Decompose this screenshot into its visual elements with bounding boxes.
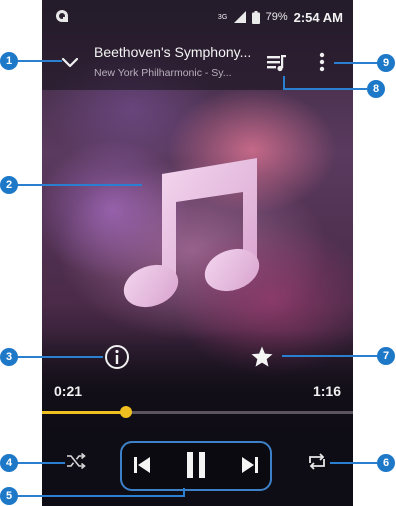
callout-badge: 5 (0, 487, 18, 505)
more-vert-icon[interactable] (314, 50, 330, 74)
skip-next-icon[interactable] (240, 455, 260, 475)
now-playing-header: Beethoven's Symphony... New York Philhar… (42, 34, 353, 90)
callout-badge: 7 (377, 347, 395, 365)
playback-controls (120, 441, 272, 491)
pause-icon[interactable] (186, 451, 206, 479)
callout-badge: 1 (0, 52, 18, 70)
track-artist: New York Philharmonic - Sy... (94, 67, 232, 79)
music-note-icon (123, 158, 260, 308)
skip-previous-icon[interactable] (132, 455, 152, 475)
callout-badge: 2 (0, 176, 18, 194)
app-notification-icon (56, 10, 68, 22)
music-player-screen: 3G 79% 2:54 AM Beethoven's Symphony... N… (42, 0, 353, 506)
chevron-down-icon[interactable] (58, 50, 82, 74)
battery-icon (251, 10, 260, 24)
status-bar: 3G 79% 2:54 AM (42, 0, 353, 34)
callout-badge: 4 (0, 454, 18, 472)
seek-bar-thumb[interactable] (119, 406, 132, 418)
info-icon[interactable] (104, 344, 130, 370)
total-duration: 1:16 (312, 383, 341, 399)
elapsed-time: 0:21 (54, 383, 83, 399)
repeat-icon[interactable] (306, 451, 328, 471)
queue-list-icon[interactable] (266, 52, 288, 74)
seek-bar[interactable] (42, 406, 353, 418)
battery-percentage: 79% (265, 11, 288, 23)
seek-bar-progress (42, 411, 126, 414)
track-title: Beethoven's Symphony... (94, 44, 252, 60)
callout-badge: 9 (377, 54, 395, 72)
shuffle-icon[interactable] (66, 452, 86, 470)
callout-badge: 8 (367, 80, 385, 98)
signal-icon (233, 11, 246, 23)
callout-badge: 3 (0, 348, 18, 366)
network-type-label: 3G (217, 13, 228, 21)
callout-badge: 6 (377, 454, 395, 472)
status-clock: 2:54 AM (293, 9, 343, 25)
star-icon[interactable] (250, 345, 274, 369)
